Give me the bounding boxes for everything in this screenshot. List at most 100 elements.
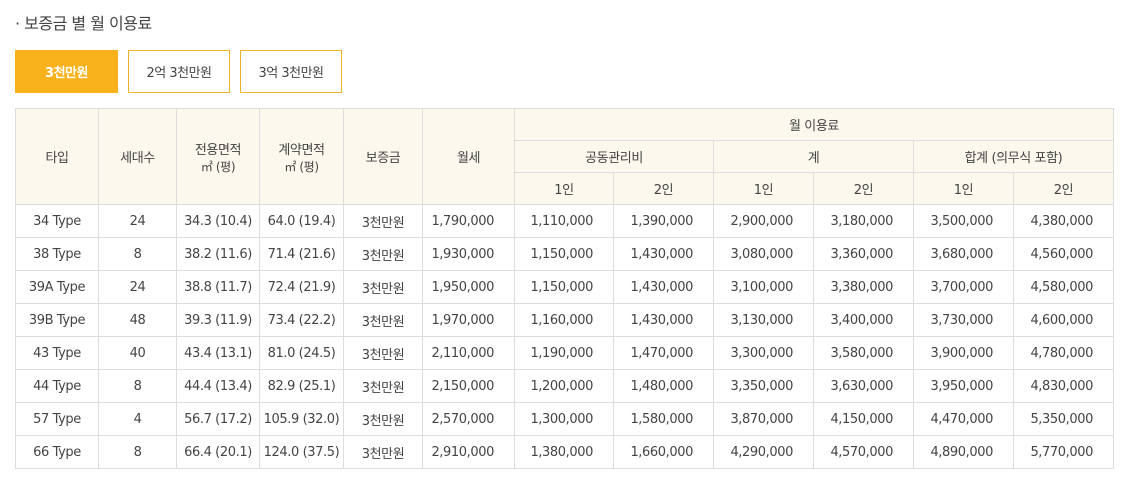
cell-maintenance-2p: 1,430,000 [613,237,714,271]
cell-units: 4 [98,402,177,436]
cell-contract-area: 82.9 (25.1) [259,369,344,403]
cell-rent: 1,950,000 [422,270,515,304]
header-contract-area-label: 계약면적 [278,142,325,158]
cell-rent: 1,930,000 [422,237,515,271]
cell-deposit: 3천만원 [343,237,423,271]
cell-exclusive-area: 66.4 (20.1) [176,435,260,469]
cell-units: 24 [98,204,177,238]
cell-subtotal-1p: 3,080,000 [713,237,814,271]
cell-exclusive-area: 56.7 (17.2) [176,402,260,436]
cell-maintenance-2p: 1,580,000 [613,402,714,436]
header-total: 합계 (의무식 포함) [913,140,1114,173]
cell-rent: 2,570,000 [422,402,515,436]
cell-subtotal-2p: 4,150,000 [813,402,914,436]
tab-deposit-30m[interactable]: 3천만원 [15,50,118,93]
cell-rent: 2,150,000 [422,369,515,403]
header-units: 세대수 [98,108,177,205]
cell-total-1p: 4,890,000 [913,435,1014,469]
cell-maintenance-1p: 1,300,000 [514,402,614,436]
header-subtotal-2p: 2인 [813,172,914,205]
cell-maintenance-2p: 1,480,000 [613,369,714,403]
cell-total-2p: 4,780,000 [1013,336,1114,370]
header-exclusive-area-label: 전용면적 [194,142,242,158]
cell-exclusive-area: 39.3 (11.9) [176,303,260,337]
cell-contract-area: 72.4 (21.9) [259,270,344,304]
cell-total-1p: 3,900,000 [913,336,1014,370]
cell-maintenance-1p: 1,190,000 [514,336,614,370]
cell-maintenance-1p: 1,380,000 [514,435,614,469]
header-subtotal-1p: 1인 [713,172,814,205]
table-row: 66 Type 8 66.4 (20.1) 124.0 (37.5) 3천만원 2,910… [15,435,1114,469]
tab-deposit-230m[interactable]: 2억 3천만원 [128,50,230,93]
cell-deposit: 3천만원 [343,204,423,238]
cell-total-1p: 3,730,000 [913,303,1014,337]
header-contract-area: 계약면적 ㎡ (평) [259,108,344,205]
cell-exclusive-area: 38.2 (11.6) [176,237,260,271]
cell-units: 8 [98,237,177,271]
table-row: 34 Type 24 34.3 (10.4) 64.0 (19.4) 3천만원 1,790… [15,204,1114,238]
cell-rent: 2,910,000 [422,435,515,469]
cell-contract-area: 124.0 (37.5) [259,435,344,469]
cell-total-2p: 5,770,000 [1013,435,1114,469]
cell-subtotal-2p: 3,630,000 [813,369,914,403]
cell-maintenance-2p: 1,430,000 [613,303,714,337]
cell-total-1p: 3,500,000 [913,204,1014,238]
cell-maintenance-2p: 1,470,000 [613,336,714,370]
cell-units: 24 [98,270,177,304]
header-rent: 월세 [422,108,515,205]
cell-type: 66 Type [15,435,99,469]
cell-deposit: 3천만원 [343,303,423,337]
cell-exclusive-area: 38.8 (11.7) [176,270,260,304]
cell-total-1p: 3,680,000 [913,237,1014,271]
header-exclusive-area-unit: ㎡ (평) [200,159,236,174]
cell-maintenance-1p: 1,160,000 [514,303,614,337]
cell-type: 39B Type [15,303,99,337]
cell-subtotal-2p: 3,580,000 [813,336,914,370]
cell-maintenance-1p: 1,110,000 [514,204,614,238]
cell-deposit: 3천만원 [343,270,423,304]
cell-rent: 1,970,000 [422,303,515,337]
cell-maintenance-1p: 1,150,000 [514,270,614,304]
header-monthly-fee: 월 이용료 [514,108,1114,141]
cell-exclusive-area: 43.4 (13.1) [176,336,260,370]
cell-subtotal-1p: 3,300,000 [713,336,814,370]
monthly-fee-table: 타입 세대수 전용면적 ㎡ (평) 계약면적 ㎡ (평) 보증금 월세 월 이용… [15,108,1114,469]
cell-total-1p: 3,950,000 [913,369,1014,403]
table-row: 39B Type 48 39.3 (11.9) 73.4 (22.2) 3천만원 1,97… [15,303,1114,337]
cell-exclusive-area: 44.4 (13.4) [176,369,260,403]
cell-units: 40 [98,336,177,370]
cell-subtotal-1p: 3,870,000 [713,402,814,436]
section-title: · 보증금 별 월 이용료 [15,14,152,33]
table-row: 39A Type 24 38.8 (11.7) 72.4 (21.9) 3천만원 1,95… [15,270,1114,304]
cell-deposit: 3천만원 [343,435,423,469]
table-row: 44 Type 8 44.4 (13.4) 82.9 (25.1) 3천만원 2,150,… [15,369,1114,403]
cell-total-2p: 4,600,000 [1013,303,1114,337]
cell-deposit: 3천만원 [343,402,423,436]
header-subtotal: 계 [713,140,914,173]
cell-maintenance-1p: 1,150,000 [514,237,614,271]
cell-subtotal-1p: 3,130,000 [713,303,814,337]
header-maintenance-1p: 1인 [514,172,614,205]
cell-type: 39A Type [15,270,99,304]
cell-units: 48 [98,303,177,337]
cell-total-2p: 4,580,000 [1013,270,1114,304]
cell-maintenance-2p: 1,430,000 [613,270,714,304]
cell-units: 8 [98,435,177,469]
cell-deposit: 3천만원 [343,336,423,370]
cell-contract-area: 81.0 (24.5) [259,336,344,370]
tab-deposit-330m[interactable]: 3억 3천만원 [240,50,342,93]
cell-subtotal-1p: 3,100,000 [713,270,814,304]
cell-subtotal-2p: 3,360,000 [813,237,914,271]
cell-subtotal-2p: 4,570,000 [813,435,914,469]
deposit-tabs: 3천만원 2억 3천만원 3억 3천만원 [15,50,342,93]
cell-maintenance-1p: 1,200,000 [514,369,614,403]
cell-total-2p: 4,830,000 [1013,369,1114,403]
cell-deposit: 3천만원 [343,369,423,403]
cell-type: 43 Type [15,336,99,370]
cell-subtotal-2p: 3,400,000 [813,303,914,337]
header-contract-area-unit: ㎡ (평) [284,159,319,174]
cell-type: 57 Type [15,402,99,436]
cell-subtotal-1p: 3,350,000 [713,369,814,403]
cell-type: 44 Type [15,369,99,403]
cell-contract-area: 73.4 (22.2) [259,303,344,337]
